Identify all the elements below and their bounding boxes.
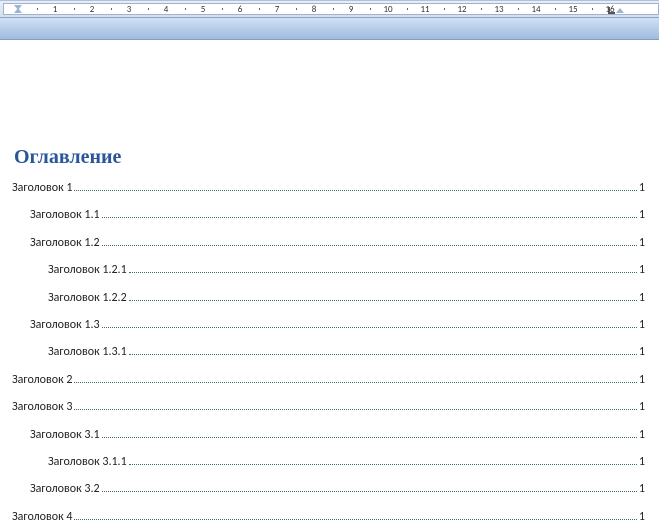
toc-entry[interactable]: Заголовок 3.1.1 1 xyxy=(12,455,647,469)
toc-leader-dots xyxy=(102,217,637,218)
toc-entry-label: Заголовок 1.2.1 xyxy=(48,263,127,277)
toc-leader-dots xyxy=(102,491,637,492)
toc-entry-page: 1 xyxy=(639,318,647,332)
toc-entry[interactable]: Заголовок 1.3 1 xyxy=(12,318,647,332)
toc-entry-page: 1 xyxy=(639,482,647,496)
ruler-number: 3 xyxy=(125,4,133,14)
toc-entry[interactable]: Заголовок 1 1 xyxy=(12,181,647,195)
toc-entry-label: Заголовок 1.2.2 xyxy=(48,291,127,305)
toc-leader-dots xyxy=(102,327,637,328)
toc-entry-label: Заголовок 3.2 xyxy=(30,482,100,496)
toc-list: Заголовок 1 1 Заголовок 1.1 1 Заголовок 1.2 1… xyxy=(12,181,647,524)
toc-entry-label: Заголовок 1.3.1 xyxy=(48,345,127,359)
ruler-minor-tick xyxy=(481,8,482,10)
ruler-minor-tick xyxy=(592,8,593,10)
toc-entry[interactable]: Заголовок 3.2 1 xyxy=(12,482,647,496)
toc-title: Оглавление xyxy=(14,145,647,169)
ruler-minor-tick xyxy=(296,8,297,10)
ruler-minor-tick xyxy=(74,8,75,10)
toc-leader-dots xyxy=(74,382,636,383)
ruler-minor-tick xyxy=(370,8,371,10)
toc-entry-label: Заголовок 4 xyxy=(12,510,72,524)
toc-entry-label: Заголовок 3.1 xyxy=(30,428,100,442)
ruler-number: 13 xyxy=(495,4,503,14)
ruler-number: 14 xyxy=(532,4,540,14)
ruler-number: 2 xyxy=(88,4,96,14)
ruler-number: 6 xyxy=(236,4,244,14)
toc-entry-page: 1 xyxy=(639,373,647,387)
toc-entry[interactable]: Заголовок 3.1 1 xyxy=(12,428,647,442)
toc-entry[interactable]: Заголовок 1.2.2 1 xyxy=(12,291,647,305)
ruler-number: 10 xyxy=(384,4,392,14)
ruler-minor-tick xyxy=(111,8,112,10)
toc-entry-label: Заголовок 1.3 xyxy=(30,318,100,332)
toc-entry-page: 1 xyxy=(639,208,647,222)
horizontal-ruler[interactable]: 12345678910111213141516 xyxy=(0,0,659,18)
toc-entry-page: 1 xyxy=(639,263,647,277)
toc-entry-page: 1 xyxy=(639,291,647,305)
toc-entry[interactable]: Заголовок 1.2 1 xyxy=(12,236,647,250)
ruler-number: 11 xyxy=(421,4,429,14)
ruler-number: 5 xyxy=(199,4,207,14)
toc-leader-dots xyxy=(129,464,637,465)
ruler-number: 4 xyxy=(162,4,170,14)
toc-entry-page: 1 xyxy=(639,236,647,250)
toc-entry[interactable]: Заголовок 1.2.1 1 xyxy=(12,263,647,277)
ruler-number: 12 xyxy=(458,4,466,14)
ruler-minor-tick xyxy=(444,8,445,10)
ruler-minor-tick xyxy=(407,8,408,10)
ruler-number: 9 xyxy=(347,4,355,14)
toc-entry-page: 1 xyxy=(639,428,647,442)
ruler-minor-tick xyxy=(555,8,556,10)
toc-entry-label: Заголовок 1.1 xyxy=(30,208,100,222)
toc-leader-dots xyxy=(74,519,636,520)
ruler-number: 8 xyxy=(310,4,318,14)
ruler-minor-tick xyxy=(518,8,519,10)
toc-entry-label: Заголовок 1.2 xyxy=(30,236,100,250)
toc-leader-dots xyxy=(74,409,636,410)
ruler-minor-tick xyxy=(37,8,38,10)
toc-entry-label: Заголовок 3.1.1 xyxy=(48,455,127,469)
ruler-minor-tick xyxy=(259,8,260,10)
toc-entry[interactable]: Заголовок 1.1 1 xyxy=(12,208,647,222)
toc-entry-page: 1 xyxy=(639,510,647,524)
document-page: Оглавление Заголовок 11Заголовок 1.11Заг… xyxy=(0,40,659,524)
toc-entry[interactable]: Заголовок 1.3.1 1 xyxy=(12,345,647,359)
ruler-number: 15 xyxy=(569,4,577,14)
toc-entry-label: Заголовок 1 xyxy=(12,181,72,195)
ruler-number: 1 xyxy=(51,4,59,14)
toolbar-strip xyxy=(0,18,659,40)
toc-leader-dots xyxy=(129,272,637,273)
toc-entry-page: 1 xyxy=(639,455,647,469)
toc-entry-page: 1 xyxy=(639,400,647,414)
toc-entry-label: Заголовок 2 xyxy=(12,373,72,387)
ruler-number: 7 xyxy=(273,4,281,14)
hanging-indent-marker[interactable] xyxy=(14,8,22,13)
toc-entry-page: 1 xyxy=(639,345,647,359)
toc-leader-dots xyxy=(102,437,637,438)
toc-entry[interactable]: Заголовок 2 1 xyxy=(12,373,647,387)
toc-leader-dots xyxy=(129,354,637,355)
toc-entry[interactable]: Заголовок 3 1 xyxy=(12,400,647,414)
tab-stop-marker[interactable] xyxy=(608,7,615,14)
toc-leader-dots xyxy=(102,245,637,246)
right-indent-marker[interactable] xyxy=(616,8,624,13)
toc-leader-dots xyxy=(129,300,637,301)
toc-entry-label: Заголовок 3 xyxy=(12,400,72,414)
ruler-minor-tick xyxy=(333,8,334,10)
ruler-minor-tick xyxy=(185,8,186,10)
toc-entry[interactable]: Заголовок 4 1 xyxy=(12,510,647,524)
toc-leader-dots xyxy=(74,190,636,191)
ruler-minor-tick xyxy=(222,8,223,10)
toc-entry-page: 1 xyxy=(639,181,647,195)
ruler-minor-tick xyxy=(148,8,149,10)
